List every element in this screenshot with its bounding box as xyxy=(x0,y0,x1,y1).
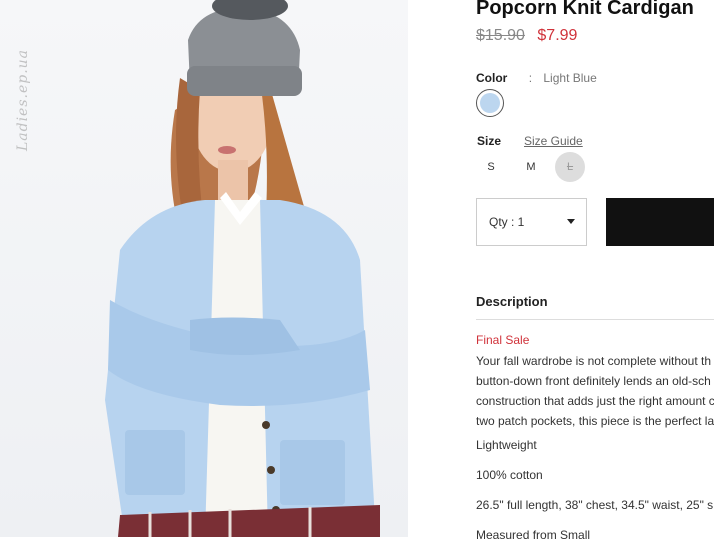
size-label: Size xyxy=(477,134,502,148)
color-row: Color : Light Blue xyxy=(476,71,597,85)
sale-price: $7.99 xyxy=(537,27,578,44)
description-line: Your fall wardrobe is not complete witho… xyxy=(476,354,712,368)
quantity-select[interactable]: Qty : 1 xyxy=(476,198,587,246)
divider xyxy=(476,319,714,320)
price-block: $15.90 $7.99 xyxy=(476,27,577,45)
feature-measurements: 26.5" full length, 38" chest, 34.5" wais… xyxy=(476,498,714,512)
original-price: $15.90 xyxy=(476,27,525,44)
swatch-fill xyxy=(480,93,500,113)
final-sale-label: Final Sale xyxy=(476,333,530,347)
size-option-s[interactable]: S xyxy=(476,152,506,182)
model-illustration xyxy=(105,0,380,537)
color-label: Color xyxy=(476,71,508,85)
color-swatch-light-blue[interactable] xyxy=(476,89,504,117)
feature-material: 100% cotton xyxy=(476,468,543,482)
description-title: Description xyxy=(476,294,548,309)
size-guide-link[interactable]: Size Guide xyxy=(524,134,583,148)
feature-measured-from: Measured from Small xyxy=(476,528,591,542)
color-separator: : xyxy=(528,71,533,85)
watermark-text: Ladies.ep.ua xyxy=(15,48,32,152)
size-option-l[interactable]: L xyxy=(555,152,585,182)
quantity-value: Qty : 1 xyxy=(489,215,525,229)
chevron-down-icon xyxy=(567,219,575,224)
feature-weight: Lightweight xyxy=(476,438,537,452)
description-line: button-down front definitely lends an ol… xyxy=(476,374,711,388)
description-text: Your fall wardrobe is not complete witho… xyxy=(476,351,714,431)
description-line: two patch pockets, this piece is the per… xyxy=(476,414,714,428)
color-value: Light Blue xyxy=(543,71,597,85)
product-image[interactable]: Ladies.ep.ua xyxy=(0,0,408,537)
size-option-m[interactable]: M xyxy=(516,152,546,182)
product-title: Popcorn Knit Cardigan xyxy=(476,0,694,19)
add-to-bag-button[interactable] xyxy=(606,198,714,246)
description-line: construction that adds just the right am… xyxy=(476,394,714,408)
